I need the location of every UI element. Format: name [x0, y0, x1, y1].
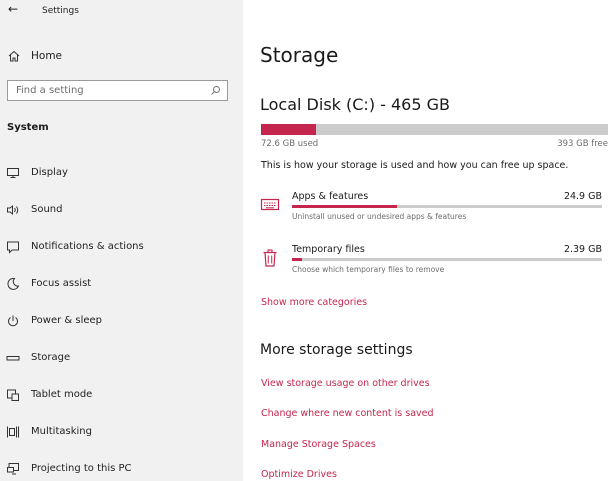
change-save-location-link[interactable]: Change where new content is saved [261, 408, 434, 419]
sidebar-item-label: Display [31, 167, 68, 178]
sidebar-item-display[interactable]: Display [0, 158, 243, 188]
storage-intro-text: This is how your storage is used and how… [261, 160, 569, 171]
disk-usage-bar[interactable] [261, 124, 608, 135]
power-icon [8, 315, 18, 327]
tablet-icon [7, 389, 19, 401]
category-name: Temporary files [292, 244, 365, 255]
category-size: 2.39 GB [563, 244, 602, 255]
keyboard-icon [260, 198, 280, 211]
sidebar-item-projecting[interactable]: Projecting to this PC [0, 454, 243, 481]
category-temporary-files[interactable]: Temporary files 2.39 GB Choose which tem… [260, 244, 605, 282]
search-placeholder: Find a setting [16, 85, 84, 96]
sidebar-item-label: Power & sleep [31, 315, 103, 326]
show-more-categories-link[interactable]: Show more categories [261, 297, 367, 308]
sidebar-group-header: System [7, 122, 49, 133]
sidebar-item-label: Storage [31, 352, 71, 363]
window-title: Settings [42, 6, 79, 16]
page-title: Storage [260, 43, 339, 67]
sidebar: ← Settings Home Find a setting System Di… [0, 0, 243, 481]
sidebar-item-label: Tablet mode [31, 389, 93, 400]
sidebar-item-multitasking[interactable]: Multitasking [0, 417, 243, 447]
sidebar-item-label: Home [31, 50, 63, 62]
settings-window: ← Settings Home Find a setting System Di… [0, 0, 608, 481]
storage-icon [6, 356, 20, 361]
home-icon [8, 50, 20, 62]
sidebar-item-power-sleep[interactable]: Power & sleep [0, 306, 243, 336]
main-content: Storage Local Disk (C:) - 465 GB 72.6 GB… [243, 0, 608, 481]
multitasking-icon [7, 426, 19, 438]
sidebar-item-label: Projecting to this PC [31, 463, 132, 474]
view-other-drives-link[interactable]: View storage usage on other drives [261, 378, 430, 389]
category-usage-bar [292, 205, 602, 208]
sidebar-item-sound[interactable]: Sound [0, 195, 243, 225]
optimize-drives-link[interactable]: Optimize Drives [261, 469, 337, 480]
search-input[interactable]: Find a setting [7, 80, 228, 101]
category-description: Uninstall unused or undesired apps & fea… [292, 212, 467, 221]
category-description: Choose which temporary files to remove [292, 265, 445, 274]
category-name: Apps & features [292, 191, 369, 202]
category-usage-fill [292, 258, 303, 261]
category-size: 24.9 GB [563, 191, 602, 202]
trash-icon [263, 249, 277, 267]
disk-title[interactable]: Local Disk (C:) - 465 GB [260, 95, 450, 114]
back-arrow-icon[interactable]: ← [8, 2, 18, 16]
sidebar-item-storage[interactable]: Storage [0, 343, 243, 373]
sidebar-item-label: Focus assist [31, 278, 92, 289]
speaker-icon [7, 204, 19, 216]
more-storage-settings-title: More storage settings [260, 342, 413, 358]
title-bar: ← Settings [0, 0, 243, 24]
notification-icon [7, 241, 19, 254]
sidebar-item-label: Multitasking [31, 426, 92, 437]
sidebar-item-notifications[interactable]: Notifications & actions [0, 232, 243, 262]
category-usage-fill [292, 205, 398, 208]
sidebar-item-home[interactable]: Home [0, 44, 243, 68]
search-icon [211, 86, 220, 95]
sidebar-item-label: Sound [31, 204, 63, 215]
disk-used-label: 72.6 GB used [261, 139, 319, 149]
display-icon [7, 168, 19, 178]
manage-storage-spaces-link[interactable]: Manage Storage Spaces [261, 439, 376, 450]
category-usage-bar [292, 258, 602, 261]
category-apps-features[interactable]: Apps & features 24.9 GB Uninstall unused… [260, 191, 605, 229]
disk-usage-fill [261, 124, 316, 135]
sidebar-item-focus-assist[interactable]: Focus assist [0, 269, 243, 299]
projecting-icon [7, 463, 19, 475]
sidebar-item-label: Notifications & actions [31, 241, 144, 252]
sidebar-item-tablet-mode[interactable]: Tablet mode [0, 380, 243, 410]
moon-icon [7, 277, 20, 290]
disk-free-label: 393 GB free [557, 139, 608, 149]
